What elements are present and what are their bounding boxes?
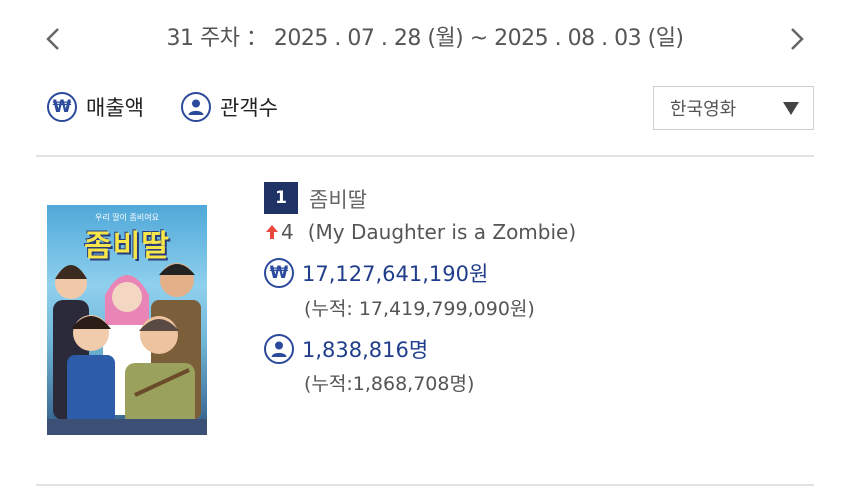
rank-change-value: 4 bbox=[281, 220, 294, 244]
next-week-button[interactable] bbox=[782, 22, 812, 56]
caret-down-icon bbox=[783, 101, 799, 115]
revenue-filter-label: 매출액 bbox=[86, 96, 144, 120]
week-label: 31 주차 ： 2025 . 07 . 28 (월) ~ 2025 . 08 .… bbox=[166, 26, 684, 51]
revenue-row: ₩ 17,127,641,190원 bbox=[264, 258, 488, 288]
person-icon bbox=[264, 334, 294, 364]
rank-change: 4 (My Daughter is a Zombie) bbox=[266, 220, 576, 244]
divider bbox=[36, 155, 814, 157]
revenue-value: 17,127,641,190원 bbox=[302, 262, 489, 286]
week-navigator: 31 주차 ： 2025 . 07 . 28 (월) ~ 2025 . 08 .… bbox=[0, 0, 850, 75]
cumulative-revenue: (누적: 17,419,799,090원) bbox=[304, 298, 535, 320]
movie-title[interactable]: 좀비딸 bbox=[309, 184, 367, 214]
filter-bar: ₩ 매출액 관객수 한국영화 bbox=[47, 86, 814, 132]
poster-credits-bar bbox=[47, 419, 207, 435]
audience-filter-label: 관객수 bbox=[220, 96, 278, 120]
movie-title-english: (My Daughter is a Zombie) bbox=[307, 220, 577, 244]
nationality-select[interactable]: 한국영화 bbox=[653, 86, 814, 130]
audience-row: 1,838,816명 bbox=[264, 334, 428, 364]
person-icon bbox=[181, 92, 211, 122]
audience-filter-button[interactable]: 관객수 bbox=[181, 92, 278, 122]
won-icon: ₩ bbox=[47, 92, 77, 122]
arrow-up-icon bbox=[266, 225, 278, 239]
chevron-right-icon bbox=[791, 28, 804, 50]
won-icon: ₩ bbox=[264, 258, 294, 288]
rank-badge: 1 bbox=[264, 182, 298, 214]
movie-poster[interactable]: 우리 딸이 좀비여요 좀비딸 bbox=[47, 205, 207, 435]
revenue-filter-button[interactable]: ₩ 매출액 bbox=[47, 92, 144, 122]
audience-value: 1,838,816명 bbox=[302, 338, 429, 362]
poster-artwork bbox=[53, 263, 201, 435]
nationality-select-value: 한국영화 bbox=[670, 99, 737, 120]
divider bbox=[36, 484, 814, 486]
cumulative-audience: (누적:1,868,708명) bbox=[304, 373, 475, 395]
